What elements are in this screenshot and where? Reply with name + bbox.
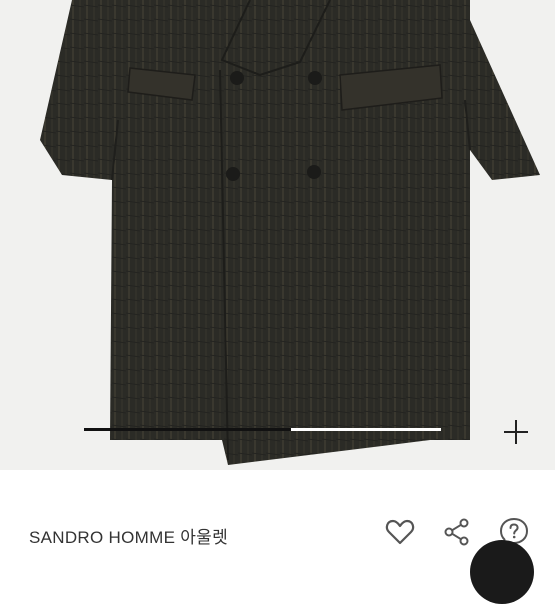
floating-action-button[interactable] [470,540,534,604]
image-progress-bar [84,428,441,431]
image-progress-fill [84,428,292,431]
plus-icon[interactable] [500,416,532,448]
product-image[interactable] [0,0,555,470]
share-icon[interactable] [441,516,473,548]
heart-icon[interactable] [384,516,416,548]
product-info-bar: SANDRO HOMME 아울렛 [0,470,555,555]
coat-photo [40,0,540,465]
brand-title[interactable]: SANDRO HOMME 아울렛 [29,523,228,548]
